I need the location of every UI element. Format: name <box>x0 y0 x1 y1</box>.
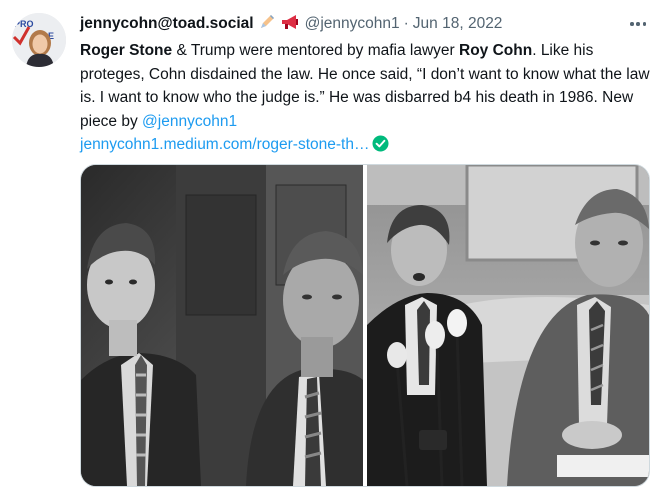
display-name[interactable]: jennycohn@toad.social <box>80 15 254 33</box>
bold-name-roger-stone: Roger Stone <box>80 42 173 59</box>
tweet-date[interactable]: Jun 18, 2022 <box>413 15 503 33</box>
tweet-header: jennycohn@toad.social @jennycohn1 · Jun … <box>80 13 630 35</box>
avatar[interactable]: PRO E <box>12 13 66 67</box>
media-grid <box>80 164 650 487</box>
photo-left[interactable] <box>81 165 363 486</box>
verified-check-icon <box>372 135 389 152</box>
megaphone-icon <box>280 13 300 36</box>
bold-name-roy-cohn: Roy Cohn <box>459 42 533 59</box>
svg-text:PRO: PRO <box>14 19 34 29</box>
user-handle[interactable]: @jennycohn1 <box>305 15 400 33</box>
photo-right[interactable] <box>367 165 649 486</box>
tweet-text: Roger Stone & Trump were mentored by maf… <box>80 39 652 157</box>
pen-icon <box>258 13 276 36</box>
tweet-card[interactable]: PRO E jennycohn@toad.social @jennycohn1 <box>0 0 660 495</box>
text-segment: & Trump were mentored by mafia lawyer <box>172 42 460 59</box>
article-link[interactable]: jennycohn1.medium.com/roger-stone-th… <box>80 136 369 153</box>
more-options-icon[interactable] <box>630 14 646 34</box>
separator-dot: · <box>403 15 409 32</box>
mention-link[interactable]: @jennycohn1 <box>142 113 237 130</box>
